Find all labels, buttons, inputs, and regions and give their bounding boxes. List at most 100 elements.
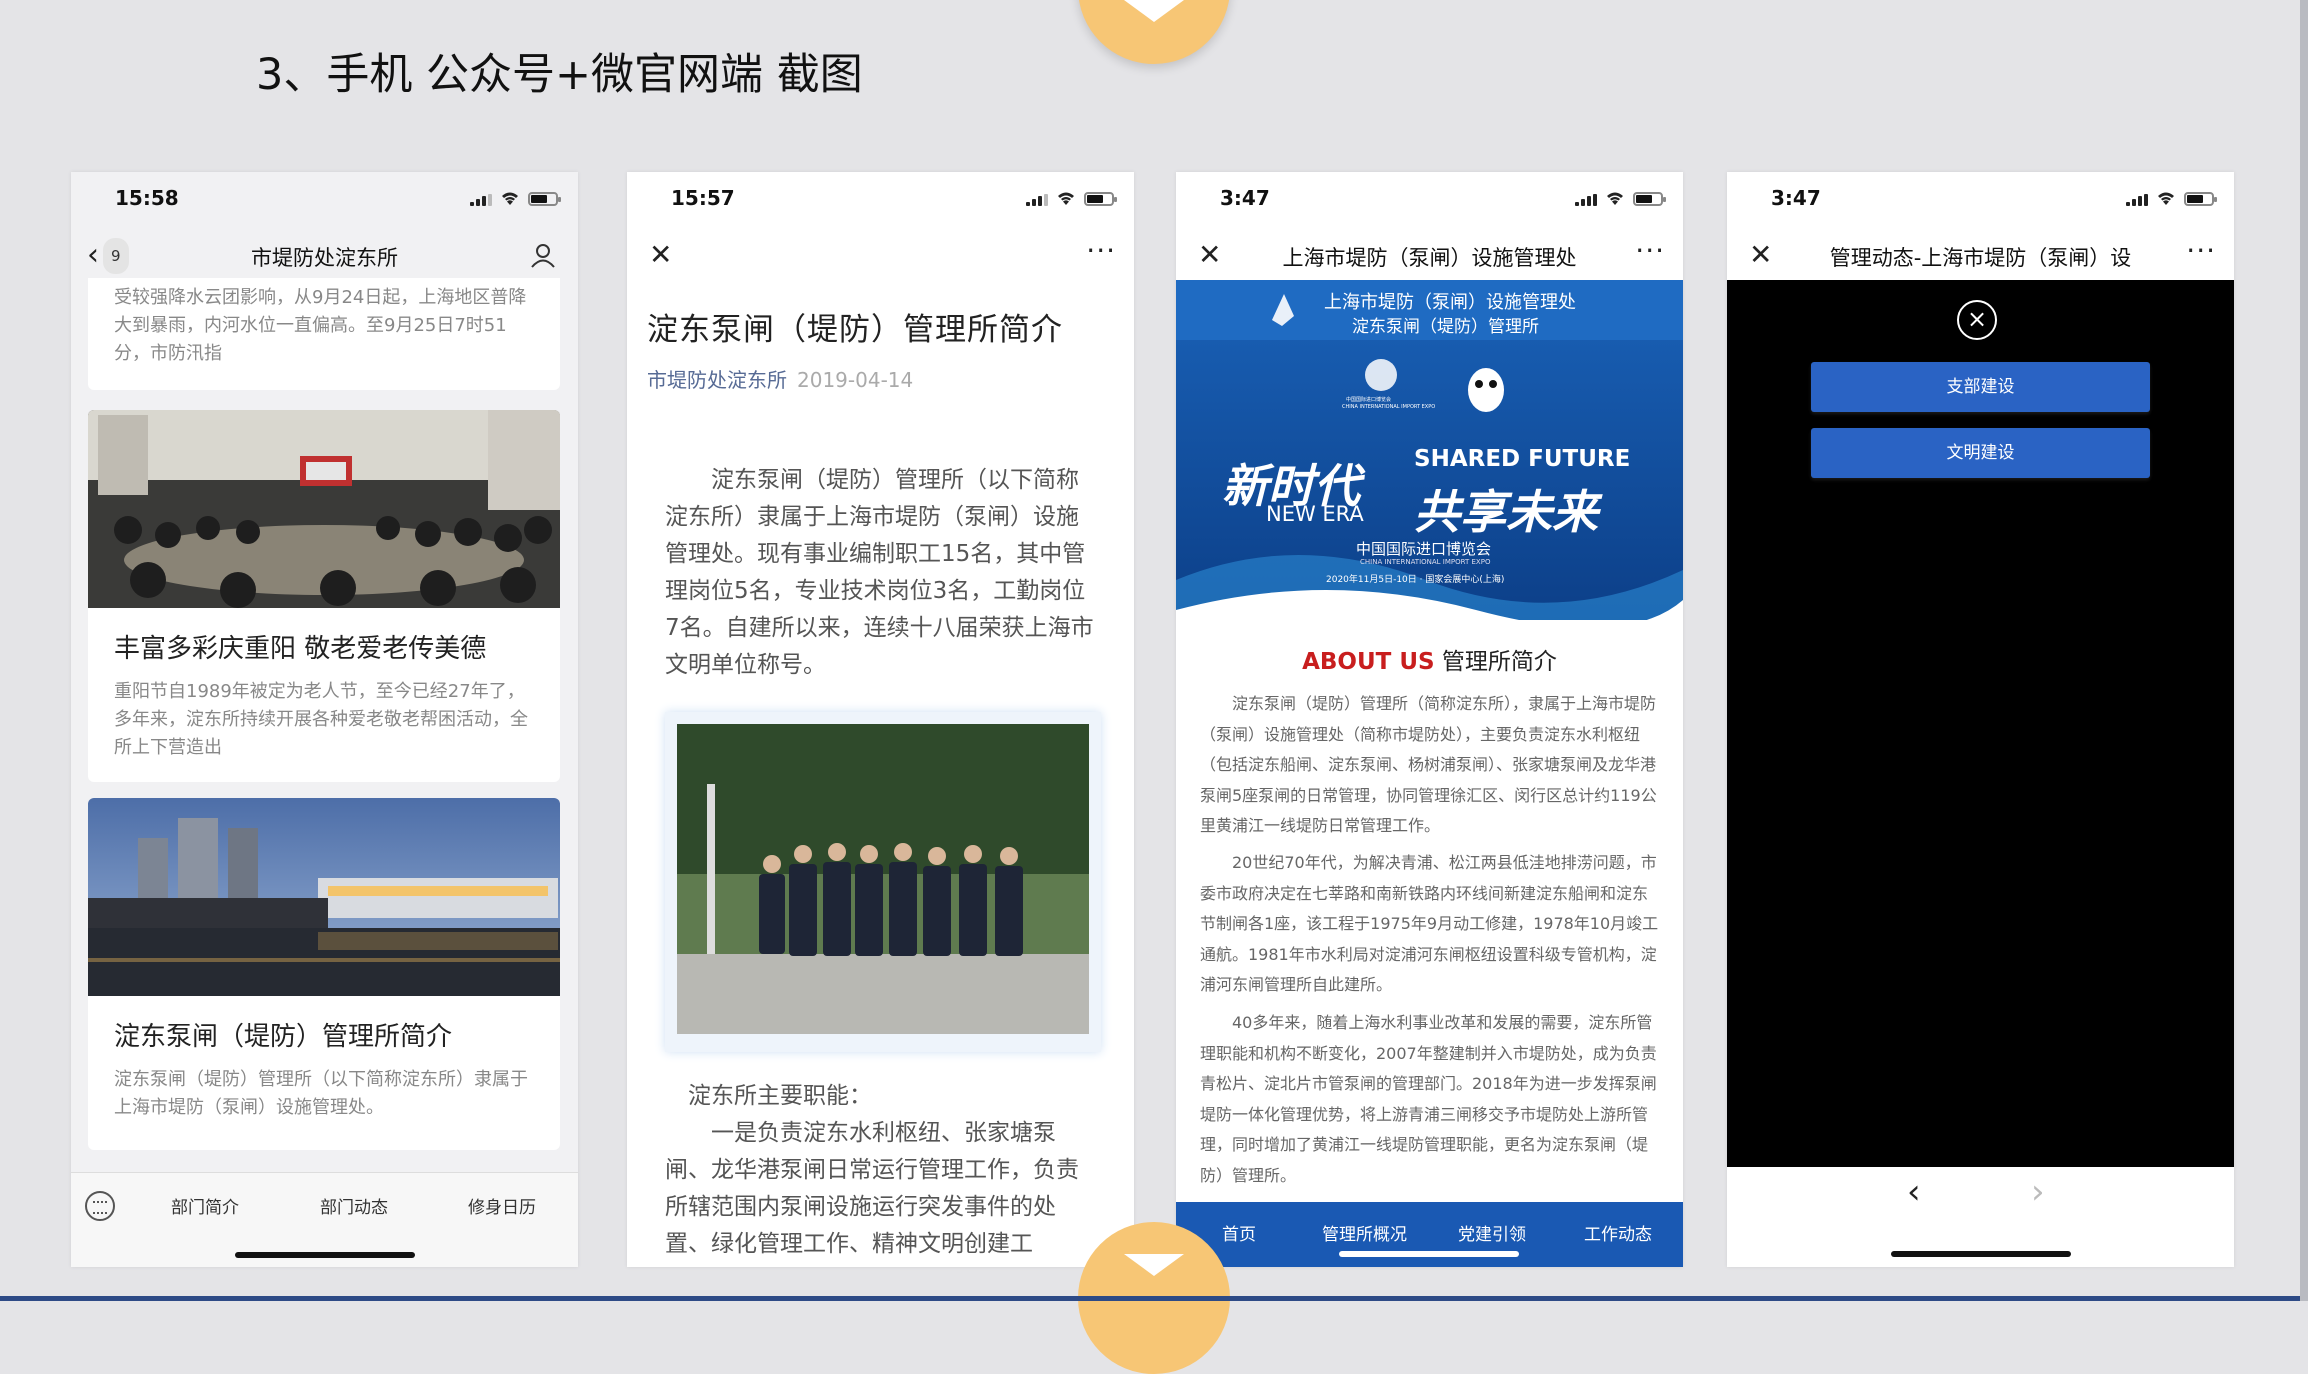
decorative-circle-top bbox=[1078, 0, 1230, 64]
about-paragraph: 40多年来，随着上海水利事业改革和发展的需要，淀东所管理职能和机构不断变化，20… bbox=[1200, 1013, 1657, 1185]
navbar: ✕ 管理动态-上海市堤防（泵闸）设 ··· bbox=[1727, 228, 2234, 284]
status-bar: 3:47 bbox=[1176, 172, 1683, 228]
site-nav-work-news[interactable]: 工作动态 bbox=[1584, 1220, 1652, 1245]
close-icon[interactable]: ✕ bbox=[649, 238, 672, 272]
signal-icon bbox=[2126, 194, 2148, 206]
right-edge bbox=[2300, 0, 2308, 1301]
status-bar: 15:57 bbox=[627, 172, 1134, 228]
menu-item-department-intro[interactable]: 部门简介 bbox=[171, 1193, 239, 1218]
battery-icon bbox=[1633, 192, 1666, 206]
wifi-icon bbox=[1058, 192, 1074, 205]
article-paragraph: 淀东所主要职能： bbox=[688, 1083, 872, 1109]
battery-icon bbox=[2184, 192, 2217, 206]
card-summary: 重阳节自1989年被定为老人节，至今已经27年了，多年来，淀东所持续开展各种爱老… bbox=[114, 681, 528, 758]
home-indicator bbox=[234, 1252, 415, 1258]
signal-icon bbox=[1575, 194, 1597, 206]
article-source-link[interactable]: 市堤防处淀东所 bbox=[647, 368, 787, 392]
signal-icon bbox=[470, 194, 492, 206]
banner-expo-date: 2020年11月5日-10日 · 国家会展中心(上海) bbox=[1326, 575, 1505, 585]
wifi-icon bbox=[2158, 192, 2174, 205]
banner-slogan-cn-2: 共享未来 bbox=[1414, 485, 1598, 539]
banner-slogan-en-1: SHARED FUTURE bbox=[1414, 446, 1631, 472]
about-heading: ABOUT US 管理所简介 bbox=[1176, 642, 1683, 676]
article-paragraph: 淀东泵闸（堤防）管理所（以下简称淀东所）隶属于上海市堤防（泵闸）设施管理处。现有… bbox=[665, 467, 1094, 678]
bottom-band bbox=[0, 1296, 2308, 1301]
navbar: ✕ ··· bbox=[627, 228, 1134, 284]
status-bar: 15:58 bbox=[71, 172, 578, 228]
banner-slogan-en-2: NEW ERA bbox=[1266, 502, 1364, 526]
card-summary: 受较强降水云团影响，从9月24日起，上海地区普降大到暴雨，内河水位一直偏高。至9… bbox=[114, 287, 527, 364]
expo-logo-en: CHINA INTERNATIONAL IMPORT EXPO bbox=[1342, 404, 1436, 410]
expo-logo-cn: 中国国际进口博览会 bbox=[1346, 397, 1392, 403]
nav-title: 管理动态-上海市堤防（泵闸）设 bbox=[1829, 246, 2132, 270]
banner-expo-en: CHINA INTERNATIONAL IMPORT EXPO bbox=[1360, 558, 1491, 566]
card-photo-banquet bbox=[88, 410, 560, 608]
about-heading-en: ABOUT US bbox=[1302, 649, 1435, 675]
site-nav-home[interactable]: 首页 bbox=[1222, 1220, 1256, 1245]
civilization-building-button[interactable]: 文明建设 bbox=[1811, 428, 2150, 478]
phone-screenshot-wechat-account: 15:58 ‹ 9 市堤防处淀东所 受较强降水云团影响，从9月24日起，上海地区普… bbox=[71, 172, 578, 1267]
wifi-icon bbox=[1607, 192, 1623, 205]
status-time: 15:58 bbox=[115, 186, 179, 210]
close-icon[interactable]: ✕ bbox=[1749, 238, 1772, 272]
list-item[interactable]: 受较强降水云团影响，从9月24日起，上海地区普降大到暴雨，内河水位一直偏高。至9… bbox=[88, 278, 560, 390]
card-photo-building bbox=[88, 798, 560, 996]
status-bar: 3:47 bbox=[1727, 172, 2234, 228]
branch-building-button[interactable]: 支部建设 bbox=[1811, 362, 2150, 412]
status-time: 3:47 bbox=[1220, 186, 1270, 210]
menu-item-department-news[interactable]: 部门动态 bbox=[320, 1193, 388, 1218]
back-button[interactable]: ‹ 9 bbox=[87, 238, 129, 274]
person-icon[interactable] bbox=[530, 242, 556, 268]
menu-item-self-cultivation-calendar[interactable]: 修身日历 bbox=[468, 1193, 536, 1218]
nav-title: 上海市堤防（泵闸）设施管理处 bbox=[1282, 246, 1577, 270]
article-paragraph: 一是负责淀东水利枢纽、张家塘泵闸、龙华港泵闸日常运行管理工作，负责所辖范围内泵闸… bbox=[665, 1120, 1079, 1257]
phone-screenshot-micro-site: 3:47 ✕ 上海市堤防（泵闸）设施管理处 ··· 上海市堤防（泵闸）设施管理处… bbox=[1176, 172, 1683, 1267]
banner-org-name: 上海市堤防（泵闸）设施管理处 bbox=[1324, 292, 1576, 313]
expo-banner: 上海市堤防（泵闸）设施管理处 淀东泵闸（堤防）管理所 中国国际进口博览会 CHI… bbox=[1176, 280, 1683, 620]
card-title: 丰富多彩庆重阳 敬老爱老传美德 bbox=[114, 634, 487, 664]
banner-dept-name: 淀东泵闸（堤防）管理所 bbox=[1352, 317, 1539, 337]
home-indicator bbox=[1339, 1251, 1519, 1257]
status-time: 3:47 bbox=[1771, 186, 1821, 210]
about-paragraph: 20世纪70年代，为解决青浦、松江两县低洼地排涝问题，市委市政府决定在七莘路和南… bbox=[1200, 853, 1659, 994]
chevron-left-icon[interactable]: ‹ bbox=[1907, 1172, 1921, 1212]
nav-title: 市堤防处淀东所 bbox=[251, 246, 398, 270]
navbar: ✕ 上海市堤防（泵闸）设施管理处 ··· bbox=[1176, 228, 1683, 284]
signal-icon bbox=[1026, 194, 1048, 206]
close-icon[interactable]: ✕ bbox=[1198, 238, 1221, 272]
more-icon[interactable]: ··· bbox=[1635, 234, 1665, 267]
group-photo bbox=[677, 724, 1089, 1034]
card-title: 淀东泵闸（堤防）管理所简介 bbox=[114, 1022, 453, 1052]
about-heading-cn: 管理所简介 bbox=[1441, 649, 1557, 675]
chevron-left-icon: ‹ bbox=[87, 237, 99, 273]
about-paragraph: 淀东泵闸（堤防）管理所（简称淀东所），隶属于上海市堤防（泵闸）设施管理处（简称市… bbox=[1200, 694, 1657, 835]
battery-icon bbox=[1084, 192, 1117, 206]
article-title: 淀东泵闸（堤防）管理所简介 bbox=[647, 312, 1063, 348]
more-icon[interactable]: ··· bbox=[2186, 234, 2216, 267]
phone-screenshot-menu-overlay: 3:47 ✕ 管理动态-上海市堤防（泵闸）设 ··· × 支部建设 文明建设 ‹… bbox=[1727, 172, 2234, 1267]
site-nav-overview[interactable]: 管理所概况 bbox=[1322, 1220, 1407, 1245]
phone-screenshot-article: 15:57 ✕ ··· 淀东泵闸（堤防）管理所简介 市堤防处淀东所 2019-04… bbox=[627, 172, 1134, 1267]
overlay-close-icon[interactable]: × bbox=[1957, 300, 1997, 340]
home-indicator bbox=[1890, 1251, 2071, 1257]
more-icon[interactable]: ··· bbox=[1086, 234, 1116, 267]
wifi-icon bbox=[502, 192, 518, 205]
status-time: 15:57 bbox=[671, 186, 735, 210]
site-nav-party-building[interactable]: 党建引领 bbox=[1458, 1220, 1526, 1245]
slide-title: 3、手机 公众号+微官网端 截图 bbox=[256, 50, 863, 100]
article-photo bbox=[665, 712, 1101, 1052]
unread-badge: 9 bbox=[103, 238, 129, 274]
list-item[interactable]: 淀东泵闸（堤防）管理所简介 淀东泵闸（堤防）管理所（以下简称淀东所）隶属于上海市… bbox=[88, 798, 560, 1150]
card-summary: 淀东泵闸（堤防）管理所（以下简称淀东所）隶属于上海市堤防（泵闸）设施管理处。 bbox=[114, 1069, 528, 1118]
article-meta: 市堤防处淀东所 2019-04-14 bbox=[647, 364, 913, 393]
navbar: ‹ 9 市堤防处淀东所 bbox=[71, 228, 578, 284]
battery-icon bbox=[528, 192, 561, 206]
keyboard-icon[interactable] bbox=[85, 1191, 115, 1221]
site-nav-bar: 首页 管理所概况 党建引领 工作动态 bbox=[1176, 1202, 1683, 1267]
overlay-background bbox=[1727, 280, 2234, 1167]
menu-bar: 部门简介 部门动态 修身日历 bbox=[71, 1172, 578, 1267]
banner-expo-name: 中国国际进口博览会 bbox=[1356, 540, 1492, 558]
list-item[interactable]: 丰富多彩庆重阳 敬老爱老传美德 重阳节自1989年被定为老人节，至今已经27年了… bbox=[88, 410, 560, 782]
article-date: 2019-04-14 bbox=[797, 368, 914, 392]
chevron-right-icon[interactable]: › bbox=[2031, 1172, 2045, 1212]
